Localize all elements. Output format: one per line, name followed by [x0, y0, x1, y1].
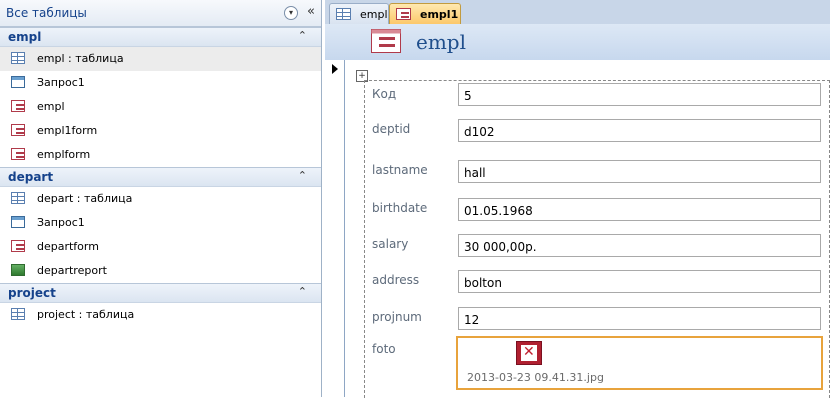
query-icon: [11, 216, 25, 228]
field-label-foto: foto: [372, 342, 396, 356]
table-icon: [11, 52, 25, 64]
nav-item-emplform[interactable]: emplform: [0, 143, 321, 167]
document-tabs: empl empl1: [325, 0, 830, 25]
projnum-field[interactable]: 12: [458, 307, 821, 330]
field-value: 30 000,00р.: [464, 240, 537, 254]
group-title: depart: [8, 170, 54, 184]
report-icon: [11, 264, 25, 276]
birthdate-field[interactable]: 01.05.1968: [458, 198, 821, 221]
nav-item-label: empl1form: [37, 124, 98, 137]
field-label-salary: salary: [372, 237, 409, 251]
nav-item-label: depart : таблица: [37, 192, 133, 205]
group-header-depart[interactable]: depart ⌃: [0, 167, 321, 187]
broken-image-icon[interactable]: [516, 341, 542, 365]
form-title: empl: [416, 30, 466, 54]
table-icon: [336, 8, 351, 20]
deptid-field[interactable]: d102: [458, 119, 821, 142]
nav-header[interactable]: Все таблицы ▾ «: [0, 0, 321, 27]
nav-item-departform[interactable]: departform: [0, 235, 321, 259]
group-header-project[interactable]: project ⌃: [0, 283, 321, 303]
field-label-address: address: [372, 273, 420, 287]
field-label-kod: Код: [372, 87, 397, 101]
foto-attachment-field[interactable]: 2013-03-23 09.41.31.jpg: [456, 336, 823, 390]
field-value: 12: [464, 313, 480, 327]
nav-item-query1[interactable]: Запрос1: [0, 71, 321, 95]
nav-item-depart-table[interactable]: depart : таблица: [0, 187, 321, 211]
table-icon: [11, 308, 25, 320]
chevron-up-icon[interactable]: ⌃: [298, 29, 307, 42]
form-header: empl: [325, 24, 830, 60]
attachment-filename: 2013-03-23 09.41.31.jpg: [467, 371, 604, 384]
query-icon: [11, 76, 25, 88]
navigation-pane: Все таблицы ▾ « empl ⌃ empl : таблица За…: [0, 0, 322, 397]
nav-item-label: empl : таблица: [37, 52, 124, 65]
field-value: 01.05.1968: [464, 204, 533, 218]
form-icon: [11, 240, 25, 252]
nav-item-departreport[interactable]: departreport: [0, 259, 321, 283]
current-record-arrow-icon: [332, 64, 338, 74]
nav-item-empl-table[interactable]: empl : таблица: [0, 47, 321, 71]
tab-label: empl: [360, 8, 388, 21]
nav-item-label: Запрос1: [37, 216, 85, 229]
form-icon: [396, 8, 411, 20]
group-title: empl: [8, 30, 42, 44]
field-label-projnum: projnum: [372, 310, 422, 324]
lastname-field[interactable]: hall: [458, 160, 821, 183]
document-area: empl empl1 empl + Код 5 deptid d102 last…: [325, 0, 830, 398]
field-value: d102: [464, 125, 495, 139]
nav-item-depart-query1[interactable]: Запрос1: [0, 211, 321, 235]
chevron-up-icon[interactable]: ⌃: [298, 169, 307, 182]
nav-item-empl1form[interactable]: empl1form: [0, 119, 321, 143]
form-icon: [371, 29, 401, 53]
form-icon: [11, 100, 25, 112]
nav-item-label: departform: [37, 240, 99, 253]
tab-empl1-form[interactable]: empl1: [389, 3, 461, 24]
nav-item-label: departreport: [37, 264, 107, 277]
nav-item-project-table[interactable]: project : таблица: [0, 303, 321, 327]
nav-item-label: emplform: [37, 148, 91, 161]
field-label-lastname: lastname: [372, 163, 428, 177]
nav-item-label: Запрос1: [37, 76, 85, 89]
field-label-deptid: deptid: [372, 122, 411, 136]
field-value: hall: [464, 166, 486, 180]
nav-title[interactable]: Все таблицы: [6, 6, 87, 20]
table-icon: [11, 192, 25, 204]
record-selector[interactable]: [325, 60, 345, 397]
nav-item-label: empl: [37, 100, 65, 113]
nav-item-empl-form[interactable]: empl: [0, 95, 321, 119]
form-icon: [11, 124, 25, 136]
address-field[interactable]: bolton: [458, 270, 821, 293]
chevron-up-icon[interactable]: ⌃: [298, 285, 307, 298]
group-header-empl[interactable]: empl ⌃: [0, 27, 321, 47]
form-icon: [11, 148, 25, 160]
tab-empl-table[interactable]: empl: [329, 3, 389, 24]
field-label-birthdate: birthdate: [372, 201, 428, 215]
form-body: + Код 5 deptid d102 lastname hall birthd…: [325, 60, 830, 398]
field-value: bolton: [464, 276, 502, 290]
nav-dropdown-icon[interactable]: ▾: [284, 6, 298, 20]
salary-field[interactable]: 30 000,00р.: [458, 234, 821, 257]
nav-item-label: project : таблица: [37, 308, 135, 321]
group-title: project: [8, 286, 56, 300]
tab-label: empl1: [420, 8, 459, 21]
kod-field[interactable]: 5: [458, 83, 821, 106]
field-value: 5: [464, 89, 472, 103]
collapse-pane-icon[interactable]: «: [307, 4, 315, 19]
